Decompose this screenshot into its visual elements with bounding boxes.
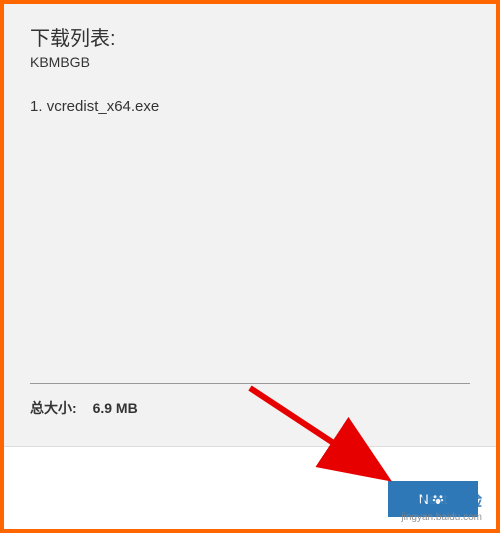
size-units-label: KBMBGB [30,54,470,70]
total-size-row: 总大小: 6.9 MB [30,398,138,418]
total-size-label: 总大小: [30,400,77,416]
next-button-label: Next [419,491,448,507]
footer: Next [4,446,496,529]
next-button[interactable]: Next [388,481,478,517]
separator [30,383,470,384]
download-list-title: 下载列表: [30,26,470,52]
download-list-panel: 下载列表: KBMBGB 1. vcredist_x64.exe 总大小: 6.… [4,4,496,446]
total-size-value: 6.9 MB [93,400,138,416]
file-index: 1. [30,98,43,115]
list-item: 1. vcredist_x64.exe [30,98,470,115]
file-name: vcredist_x64.exe [47,98,160,115]
